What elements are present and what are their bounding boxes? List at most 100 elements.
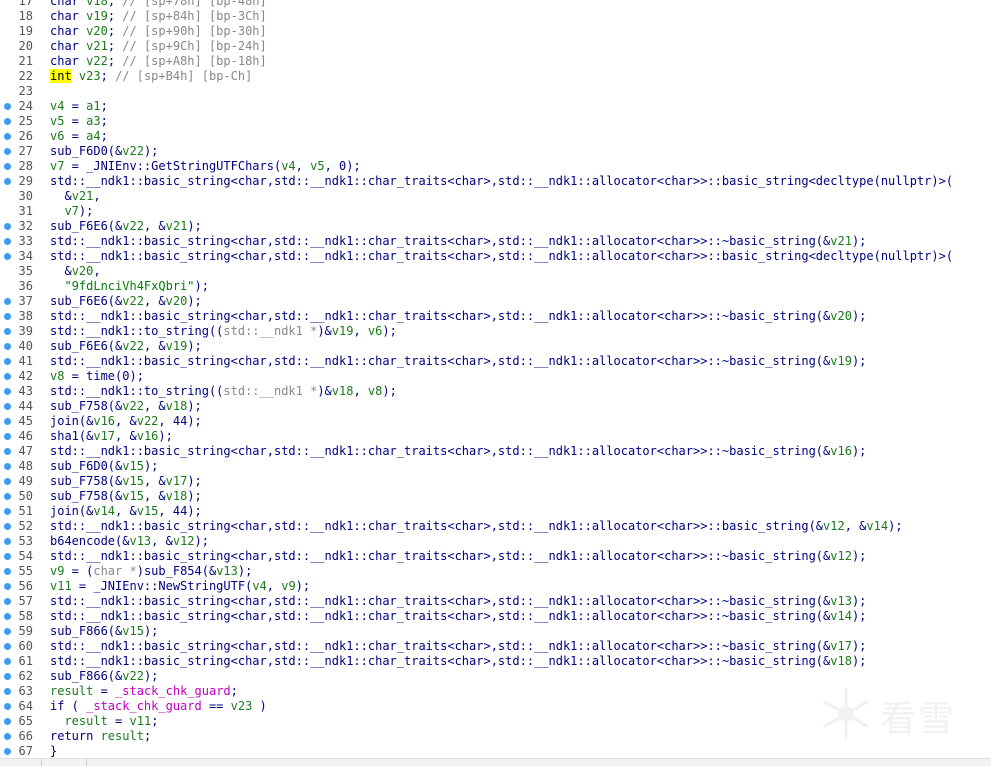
code-text[interactable]: result = v11; [50, 714, 158, 729]
code-text[interactable]: sub_F758(&v15, &v17); [50, 474, 202, 489]
code-text[interactable]: sub_F6D0(&v22); [50, 144, 158, 159]
code-line[interactable]: 39 std::__ndk1::to_string((std::__ndk1 *)… [0, 324, 991, 339]
code-line[interactable]: 24 v4 = a1; [0, 99, 991, 114]
code-text[interactable]: std::__ndk1::basic_string<char,std::__nd… [50, 654, 866, 669]
code-text[interactable]: char v21; // [sp+9Ch] [bp-24h] [50, 39, 267, 54]
line-number: 48 [18, 459, 33, 473]
code-text[interactable]: sub_F6E6(&v22, &v20); [50, 294, 202, 309]
code-line[interactable]: 26 v6 = a4; [0, 129, 991, 144]
code-line[interactable]: 58 std::__ndk1::basic_string<char,std::__… [0, 609, 991, 624]
code-text[interactable]: v5 = a3; [50, 114, 108, 129]
code-line[interactable]: 23 [0, 84, 991, 99]
code-line[interactable]: 60 std::__ndk1::basic_string<char,std::__… [0, 639, 991, 654]
code-text[interactable]: v7 = _JNIEnv::GetStringUTFChars(v4, v5, … [50, 159, 361, 174]
code-text[interactable]: v11 = _JNIEnv::NewStringUTF(v4, v9); [50, 579, 310, 594]
code-line[interactable]: 18 char v19; // [sp+84h] [bp-3Ch] [0, 9, 991, 24]
code-text[interactable]: &v21, [50, 189, 100, 204]
code-line[interactable]: 41 std::__ndk1::basic_string<char,std::__… [0, 354, 991, 369]
code-line[interactable]: 20 char v21; // [sp+9Ch] [bp-24h] [0, 39, 991, 54]
code-line[interactable]: 53 b64encode(&v13, &v12); [0, 534, 991, 549]
code-text[interactable]: char v18; // [sp+78h] [bp-48h] [50, 0, 267, 9]
code-line[interactable]: 42 v8 = time(0); [0, 369, 991, 384]
code-text[interactable]: char v22; // [sp+A8h] [bp-18h] [50, 54, 267, 69]
code-text[interactable]: std::__ndk1::basic_string<char,std::__nd… [50, 234, 866, 249]
code-text[interactable]: std::__ndk1::basic_string<char,std::__nd… [50, 639, 866, 654]
code-text[interactable]: std::__ndk1::basic_string<char,std::__nd… [50, 549, 866, 564]
code-text[interactable]: sub_F866(&v15); [50, 624, 158, 639]
code-text[interactable]: } [50, 744, 57, 759]
code-line[interactable]: 67} [0, 744, 991, 759]
code-text[interactable]: sub_F6D0(&v15); [50, 459, 158, 474]
code-text[interactable]: if ( _stack_chk_guard == v23 ) [50, 699, 267, 714]
code-line[interactable]: 57 std::__ndk1::basic_string<char,std::__… [0, 594, 991, 609]
code-line[interactable]: 40 sub_F6E6(&v22, &v19); [0, 339, 991, 354]
code-line[interactable]: 59 sub_F866(&v15); [0, 624, 991, 639]
code-text[interactable]: sub_F6E6(&v22, &v19); [50, 339, 202, 354]
code-line[interactable]: 19 char v20; // [sp+90h] [bp-30h] [0, 24, 991, 39]
code-line[interactable]: 52 std::__ndk1::basic_string<char,std::__… [0, 519, 991, 534]
code-line[interactable]: 54 std::__ndk1::basic_string<char,std::__… [0, 549, 991, 564]
code-text[interactable]: std::__ndk1::basic_string<char,std::__nd… [50, 444, 866, 459]
code-line[interactable]: 36 "9fdLnciVh4FxQbri"); [0, 279, 991, 294]
code-text[interactable]: join(&v16, &v22, 44); [50, 414, 202, 429]
code-text[interactable]: sub_F6E6(&v22, &v21); [50, 219, 202, 234]
code-line[interactable]: 51 join(&v14, &v15, 44); [0, 504, 991, 519]
code-text[interactable]: char v20; // [sp+90h] [bp-30h] [50, 24, 267, 39]
code-line[interactable]: 55 v9 = (char *)sub_F854(&v13); [0, 564, 991, 579]
code-line[interactable]: 27 sub_F6D0(&v22); [0, 144, 991, 159]
code-line[interactable]: 35 &v20, [0, 264, 991, 279]
code-line[interactable]: 33 std::__ndk1::basic_string<char,std::__… [0, 234, 991, 249]
code-line[interactable]: 25 v5 = a3; [0, 114, 991, 129]
code-text[interactable]: std::__ndk1::basic_string<char,std::__nd… [50, 609, 866, 624]
code-text[interactable]: join(&v14, &v15, 44); [50, 504, 202, 519]
code-line[interactable]: 30 &v21, [0, 189, 991, 204]
code-text[interactable]: int v23; // [sp+B4h] [bp-Ch] [50, 69, 252, 84]
code-line[interactable]: 17 char v18; // [sp+78h] [bp-48h] [0, 0, 991, 9]
variable-token: v13 [129, 534, 152, 548]
code-line[interactable]: 47 std::__ndk1::basic_string<char,std::__… [0, 444, 991, 459]
code-text[interactable]: &v20, [50, 264, 100, 279]
code-text[interactable]: v7); [50, 204, 93, 219]
code-line[interactable]: 31 v7); [0, 204, 991, 219]
code-line[interactable]: 50 sub_F758(&v15, &v18); [0, 489, 991, 504]
code-text[interactable]: std::__ndk1::basic_string<char,std::__nd… [50, 249, 953, 264]
code-line[interactable]: 37 sub_F6E6(&v22, &v20); [0, 294, 991, 309]
code-editor[interactable]: 17 char v18; // [sp+78h] [bp-48h] 18 char v… [0, 0, 991, 759]
code-line[interactable]: 61 std::__ndk1::basic_string<char,std::__… [0, 654, 991, 669]
code-text[interactable]: sha1(&v17, &v16); [50, 429, 173, 444]
code-text[interactable]: std::__ndk1::basic_string<char,std::__nd… [50, 519, 903, 534]
code-text[interactable]: b64encode(&v13, &v12); [50, 534, 209, 549]
code-line[interactable]: 46 sha1(&v17, &v16); [0, 429, 991, 444]
code-text[interactable]: std::__ndk1::basic_string<char,std::__nd… [50, 309, 866, 324]
code-text[interactable]: "9fdLnciVh4FxQbri"); [50, 279, 209, 294]
code-line[interactable]: 22 int v23; // [sp+B4h] [bp-Ch] [0, 69, 991, 84]
code-line[interactable]: 44 sub_F758(&v22, &v18); [0, 399, 991, 414]
code-line[interactable]: 48 sub_F6D0(&v15); [0, 459, 991, 474]
code-text[interactable]: std::__ndk1::to_string((std::__ndk1 *)&v… [50, 324, 397, 339]
code-text[interactable]: result = _stack_chk_guard; [50, 684, 238, 699]
code-text[interactable]: std::__ndk1::basic_string<char,std::__nd… [50, 354, 866, 369]
code-line[interactable]: 21 char v22; // [sp+A8h] [bp-18h] [0, 54, 991, 69]
code-text[interactable]: sub_F866(&v22); [50, 669, 158, 684]
code-text[interactable]: return result; [50, 729, 151, 744]
code-line[interactable]: 34 std::__ndk1::basic_string<char,std::__… [0, 249, 991, 264]
code-text[interactable]: std::__ndk1::basic_string<char,std::__nd… [50, 174, 953, 189]
code-line[interactable]: 49 sub_F758(&v15, &v17); [0, 474, 991, 489]
code-line[interactable]: 56 v11 = _JNIEnv::NewStringUTF(v4, v9); [0, 579, 991, 594]
code-text[interactable]: v8 = time(0); [50, 369, 144, 384]
code-line[interactable]: 32 sub_F6E6(&v22, &v21); [0, 219, 991, 234]
code-text[interactable]: sub_F758(&v22, &v18); [50, 399, 202, 414]
code-text[interactable]: v6 = a4; [50, 129, 108, 144]
code-line[interactable]: 62 sub_F866(&v22); [0, 669, 991, 684]
code-line[interactable]: 29 std::__ndk1::basic_string<char,std::__… [0, 174, 991, 189]
code-text[interactable]: v4 = a1; [50, 99, 108, 114]
code-text[interactable]: std::__ndk1::basic_string<char,std::__nd… [50, 594, 866, 609]
code-text[interactable]: std::__ndk1::to_string((std::__ndk1 *)&v… [50, 384, 397, 399]
code-line[interactable]: 45 join(&v16, &v22, 44); [0, 414, 991, 429]
code-text[interactable]: v9 = (char *)sub_F854(&v13); [50, 564, 252, 579]
code-text[interactable]: sub_F758(&v15, &v18); [50, 489, 202, 504]
code-line[interactable]: 43 std::__ndk1::to_string((std::__ndk1 *)… [0, 384, 991, 399]
code-line[interactable]: 38 std::__ndk1::basic_string<char,std::__… [0, 309, 991, 324]
code-text[interactable]: char v19; // [sp+84h] [bp-3Ch] [50, 9, 267, 24]
code-line[interactable]: 28 v7 = _JNIEnv::GetStringUTFChars(v4, v5… [0, 159, 991, 174]
